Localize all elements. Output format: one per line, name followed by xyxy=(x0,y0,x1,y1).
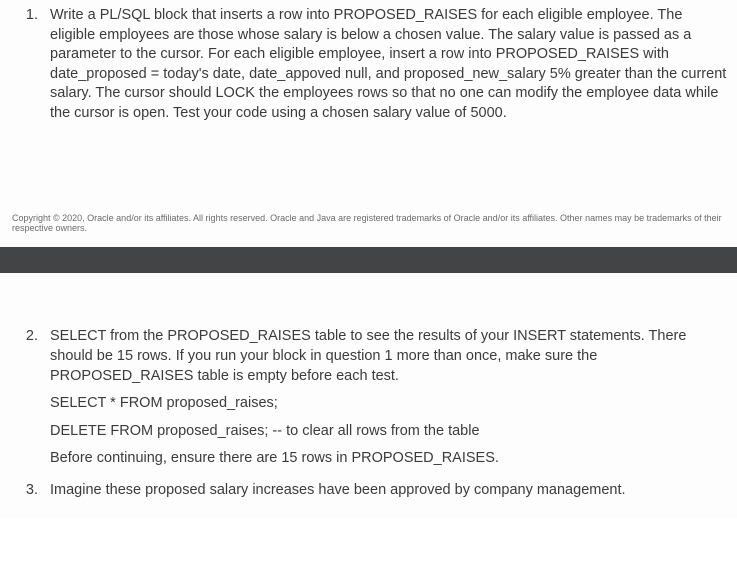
question-1: Write a PL/SQL block that inserts a row … xyxy=(42,6,727,123)
page-1: Write a PL/SQL block that inserts a row … xyxy=(0,0,737,247)
question-2-text: SELECT from the PROPOSED_RAISES table to… xyxy=(50,328,686,383)
copyright-notice: Copyright © 2020, Oracle and/or its affi… xyxy=(10,213,727,233)
question-list-1: Write a PL/SQL block that inserts a row … xyxy=(10,6,727,123)
page-2: SELECT from the PROPOSED_RAISES table to… xyxy=(0,273,737,518)
question-2-details: SELECT * FROM proposed_raises; DELETE FR… xyxy=(50,394,727,469)
code-select-statement: SELECT * FROM proposed_raises; xyxy=(50,394,727,414)
question-3-text: Imagine these proposed salary increases … xyxy=(50,482,626,498)
page-separator xyxy=(0,247,737,273)
code-delete-statement: DELETE FROM proposed_raises; -- to clear… xyxy=(50,422,727,442)
question-2-note: Before continuing, ensure there are 15 r… xyxy=(50,449,727,469)
question-1-text: Write a PL/SQL block that inserts a row … xyxy=(50,7,726,121)
question-2: SELECT from the PROPOSED_RAISES table to… xyxy=(42,327,727,468)
question-3: Imagine these proposed salary increases … xyxy=(42,481,727,501)
question-list-2: SELECT from the PROPOSED_RAISES table to… xyxy=(10,327,727,500)
